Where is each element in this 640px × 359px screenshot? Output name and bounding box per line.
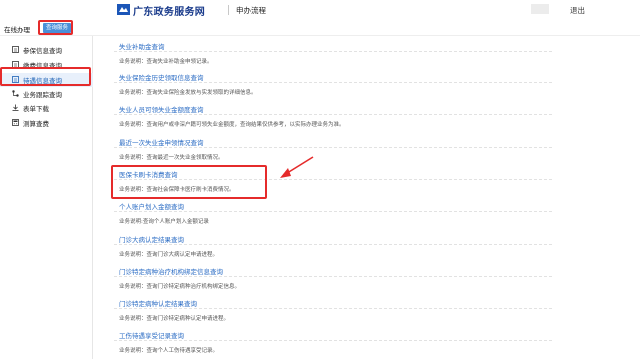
sidebar-item-label: 表单下载	[23, 105, 49, 113]
query-description: 业务说明：查询门诊特定病种认定申请进程。	[119, 316, 230, 322]
dashed-divider	[114, 147, 552, 148]
online-service-label[interactable]: 在线办理	[4, 24, 30, 34]
user-name-masked	[531, 4, 549, 14]
dashed-divider	[114, 340, 552, 341]
sub-navigation-bar: 在线办理 查询服务	[0, 20, 640, 36]
query-description: 业务说明：查询用户或非深户籍可领失业金额度，查询结果仅供参考，以实际办理业务为准…	[119, 122, 345, 128]
query-link[interactable]: 失业人员可领失业金额度查询	[119, 104, 204, 114]
query-description: 业务说明：查询失业保险金发放与实发领取的详细信息。	[119, 90, 257, 96]
query-link[interactable]: 个人账户划入金额查询	[119, 201, 184, 211]
site-title[interactable]: 广东政务服务网	[133, 3, 205, 18]
dashed-divider	[114, 51, 552, 52]
sidebar-item-business-tracking[interactable]: 业务跟踪查询	[0, 87, 93, 101]
sidebar-item-label: 参保信息查询	[23, 47, 62, 55]
query-link[interactable]: 失业补助金查询	[119, 41, 165, 51]
query-link[interactable]: 工伤待遇享受记录查询	[119, 330, 184, 340]
logout-link[interactable]: 退出	[570, 5, 585, 16]
query-link[interactable]: 最近一次失业金申领情况查询	[119, 137, 204, 147]
download-icon	[12, 104, 19, 111]
calculator-icon	[12, 119, 19, 126]
query-description: 业务说明：查询最近一次失业金领取情况。	[119, 155, 224, 161]
gd-gov-logo-icon[interactable]	[117, 4, 130, 15]
dashed-divider	[114, 276, 552, 277]
sidebar-item-form-download[interactable]: 表单下载	[0, 101, 93, 115]
query-link[interactable]: 门诊特定病种认定结果查询	[119, 298, 197, 308]
dashed-divider	[114, 308, 552, 309]
query-link[interactable]: 门诊特定病种治疗机构绑定信息查询	[119, 266, 223, 276]
medical-card-highlight-box	[111, 165, 267, 199]
query-description: 业务说明:查询个人账户划入金额记录	[119, 219, 209, 225]
flow-icon	[12, 90, 19, 97]
sidebar-item-fee-calculator[interactable]: 测算查费	[0, 116, 93, 130]
query-tab-highlight-box	[38, 20, 73, 35]
process-link[interactable]: 申办流程	[236, 5, 266, 16]
query-description: 业务说明：查询个人工伤待遇享受记录。	[119, 348, 219, 354]
query-link[interactable]: 失业保险金历史领取信息查询	[119, 72, 204, 82]
sidebar-item-label: 测算查费	[23, 120, 49, 128]
document-icon	[12, 46, 19, 53]
top-header: 广东政务服务网 申办流程 退出	[0, 0, 640, 20]
query-link[interactable]: 门诊大病认定结果查询	[119, 234, 184, 244]
sidebar-item-insured-info[interactable]: 参保信息查询	[0, 43, 93, 57]
query-description: 业务说明：查询失业补助金申领记录。	[119, 59, 213, 65]
sidebar-highlight-box	[0, 67, 91, 86]
dashed-divider	[114, 211, 552, 212]
query-description: 业务说明：查询门诊大病认定申请进程。	[119, 252, 219, 258]
query-description: 业务说明：查询门诊特定病种治疗机构绑定信息。	[119, 284, 241, 290]
dashed-divider	[114, 244, 552, 245]
dashed-divider	[114, 114, 552, 115]
header-divider	[228, 5, 229, 15]
dashed-divider	[114, 82, 552, 83]
sidebar-item-label: 业务跟踪查询	[23, 91, 62, 99]
